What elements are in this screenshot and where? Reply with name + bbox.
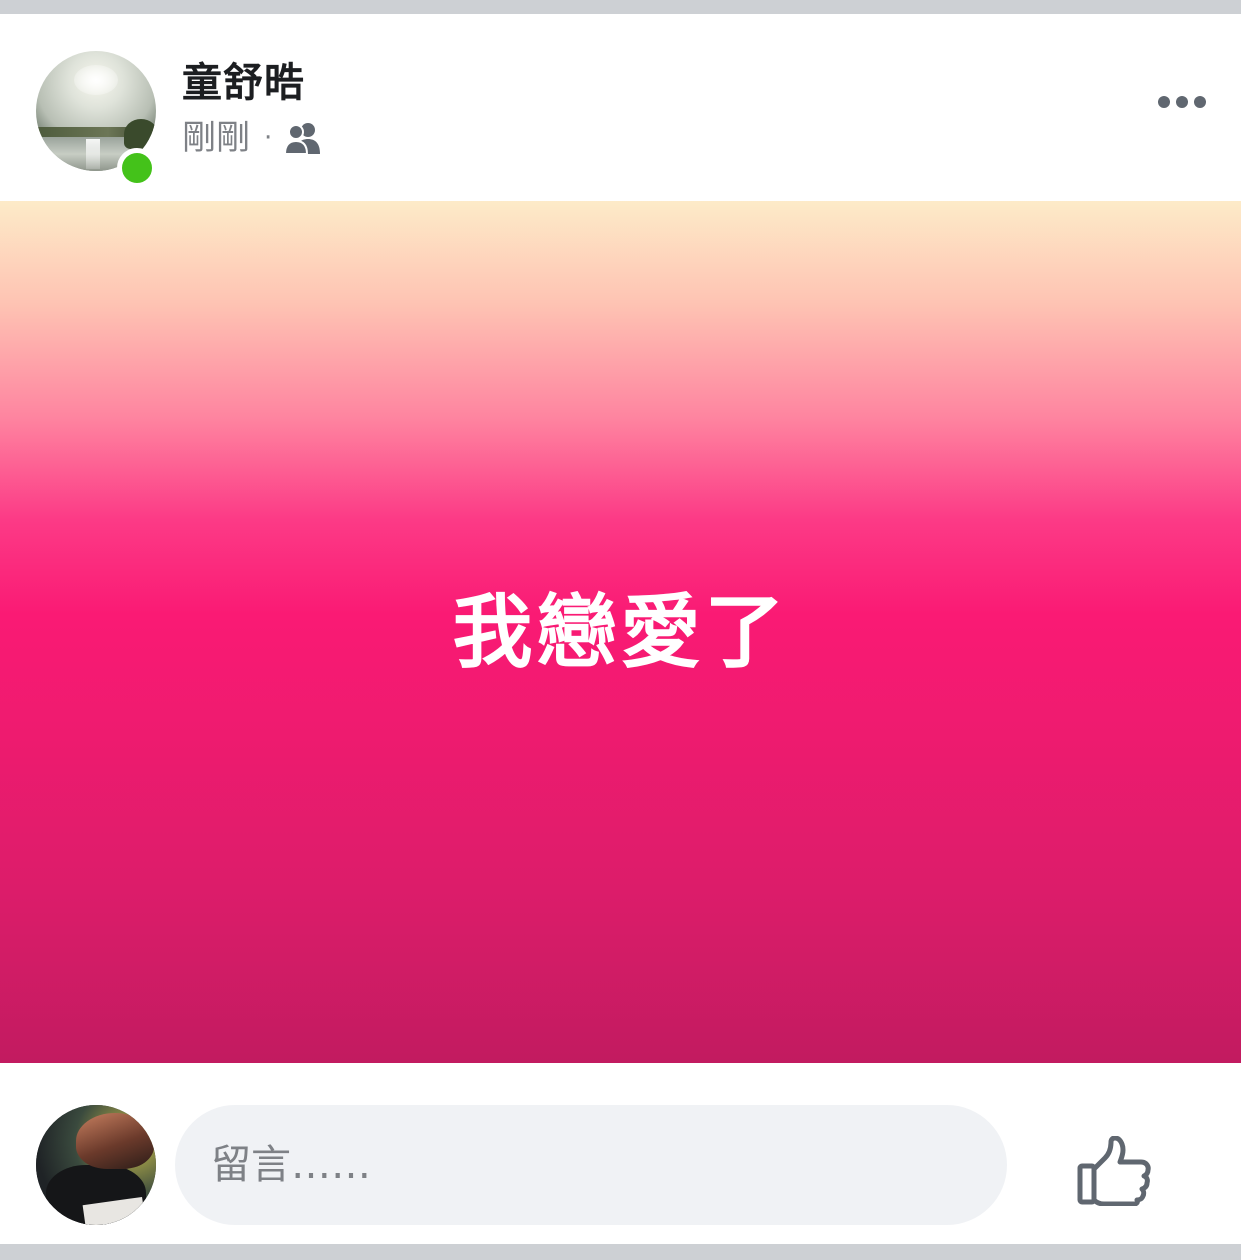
more-dot [1176, 96, 1188, 108]
bottom-divider [0, 1244, 1241, 1260]
thumbs-up-icon[interactable] [1068, 1129, 1162, 1213]
more-icon[interactable] [1150, 80, 1214, 124]
friends-icon[interactable] [284, 121, 322, 155]
more-dot [1158, 96, 1170, 108]
post-text: 我戀愛了 [452, 586, 789, 679]
avatar-sun [74, 65, 118, 95]
online-status-icon [117, 148, 157, 188]
post-card: 童舒晧 剛剛 · 我戀愛了 [0, 14, 1241, 1244]
avatar-tree [124, 119, 156, 149]
user-avatar[interactable] [36, 1105, 156, 1225]
more-dot [1194, 96, 1206, 108]
avatar-reflection [86, 139, 100, 169]
post-meta: 剛剛 · [182, 116, 322, 160]
author-name[interactable]: 童舒晧 [182, 58, 305, 108]
comment-input[interactable] [175, 1105, 1007, 1225]
post-timestamp[interactable]: 剛剛 [182, 116, 250, 160]
comment-row [0, 1063, 1241, 1244]
post-header: 童舒晧 剛剛 · [0, 14, 1241, 201]
top-divider [0, 0, 1241, 14]
post-content[interactable]: 我戀愛了 [0, 201, 1241, 1063]
user-avatar-hair [76, 1113, 154, 1169]
meta-separator: · [264, 123, 273, 153]
